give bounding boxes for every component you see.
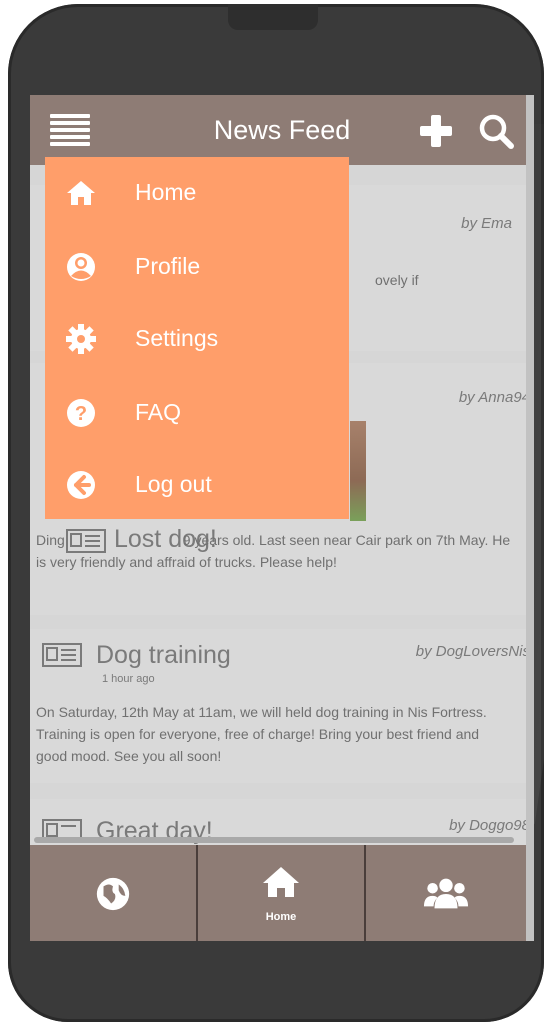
drawer-item-home[interactable]: Home xyxy=(45,165,349,225)
plus-icon[interactable] xyxy=(418,113,454,149)
post-card[interactable]: Dog training 1 hour ago by DogLoversNis … xyxy=(30,629,530,783)
post-author[interactable]: by Doggo98 xyxy=(449,817,530,834)
drawer-item-settings[interactable]: Settings xyxy=(45,311,349,371)
tab-label: Home xyxy=(265,911,297,923)
users-icon xyxy=(423,878,469,909)
bottom-navigation: Home xyxy=(30,845,526,941)
arrow-left-circle-icon xyxy=(67,471,95,499)
tab-users[interactable] xyxy=(366,845,526,941)
post-title[interactable]: Dog training xyxy=(96,641,231,670)
post-body-prefix: Ding xyxy=(36,532,65,548)
vertical-scrollbar[interactable] xyxy=(526,95,534,941)
search-icon[interactable] xyxy=(478,113,514,149)
question-circle-icon: ? xyxy=(67,399,95,427)
tab-globe[interactable] xyxy=(30,845,198,941)
svg-text:?: ? xyxy=(75,403,87,425)
gear-icon xyxy=(66,324,96,354)
horizontal-scrollbar[interactable] xyxy=(34,837,514,843)
home-icon xyxy=(67,181,95,205)
post-body-rest: 9 years old. Last seen near Cair park on… xyxy=(36,532,511,570)
drawer-item-faq[interactable]: ? FAQ xyxy=(45,385,349,445)
post-image[interactable] xyxy=(350,421,366,521)
post-body: Ding 9 years old. Last seen near Cair par… xyxy=(36,529,514,573)
app-bar: News Feed xyxy=(30,95,534,165)
drawer-item-label: Home xyxy=(135,179,197,205)
phone-speaker xyxy=(228,4,318,30)
drawer-item-logout[interactable]: Log out xyxy=(45,457,349,517)
post-author[interactable]: by Anna94 xyxy=(459,389,530,406)
post-body: ovely if xyxy=(375,272,419,288)
post-body: On Saturday, 12th May at 11am, we will h… xyxy=(36,704,487,764)
newspaper-icon xyxy=(42,643,82,667)
drawer-item-profile[interactable]: Profile xyxy=(45,239,349,299)
drawer-item-label: Settings xyxy=(135,325,219,351)
globe-icon xyxy=(96,877,130,911)
page-title: News Feed xyxy=(213,115,351,145)
phone-frame: by Ema ovely if by Anna94 Lost dog! Ding… xyxy=(8,4,544,1022)
tab-home[interactable]: Home xyxy=(198,845,366,941)
app-screen: by Ema ovely if by Anna94 Lost dog! Ding… xyxy=(30,95,534,941)
post-author[interactable]: by Ema xyxy=(461,215,512,232)
user-circle-icon xyxy=(67,253,95,281)
drawer-item-label: FAQ xyxy=(135,399,182,425)
home-icon xyxy=(263,867,299,897)
drawer-item-label: Log out xyxy=(135,471,212,497)
post-author[interactable]: by DogLoversNis xyxy=(416,643,530,660)
drawer-item-label: Profile xyxy=(135,253,201,279)
navigation-drawer: Home Profile Settings ? FAQ Log out xyxy=(45,157,349,519)
post-time: 1 hour ago xyxy=(102,673,155,685)
